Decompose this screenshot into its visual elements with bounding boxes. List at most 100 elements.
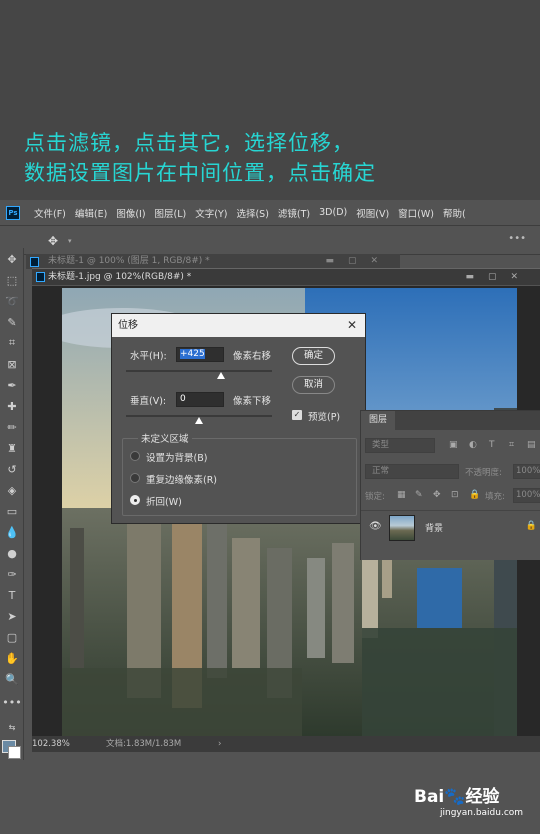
menu-image[interactable]: 图像(I) — [116, 206, 145, 220]
horizontal-slider-track[interactable] — [126, 370, 272, 379]
rectangle-icon[interactable]: ▢ — [3, 628, 21, 646]
menu-view[interactable]: 视图(V) — [356, 206, 389, 220]
visibility-eye-icon[interactable]: 👁 — [369, 521, 382, 532]
menu-type[interactable]: 文字(Y) — [195, 206, 227, 220]
gradient-icon[interactable]: ▭ — [3, 502, 21, 520]
option-repeat-edge-pixels: 重复边缘像素(R) — [146, 475, 218, 486]
paw-icon: 🐾 — [444, 787, 466, 807]
horizontal-slider-thumb[interactable] — [216, 372, 225, 379]
blend-mode-select[interactable]: 正常 — [365, 464, 459, 479]
fill-input[interactable]: 100% — [513, 488, 540, 503]
pen-icon[interactable]: ✑ — [3, 565, 21, 583]
lock-position-icon[interactable]: ✥ — [433, 490, 441, 500]
menu-window[interactable]: 窗口(W) — [398, 206, 434, 220]
close-icon[interactable]: ✕ — [347, 314, 357, 337]
type-icon[interactable]: T — [3, 586, 21, 604]
document-tab-title: 未标题-1.jpg @ 102%(RGB/8#) * — [48, 272, 192, 282]
quick-select-icon[interactable]: ✎ — [3, 313, 21, 331]
more-tools-icon[interactable]: ••• — [2, 693, 21, 711]
option-set-to-background: 设置为背景(B) — [146, 453, 208, 464]
lasso-icon[interactable]: ➰ — [3, 292, 21, 310]
dodge-icon[interactable]: ● — [3, 544, 21, 562]
horizontal-input[interactable]: +425 — [176, 347, 224, 362]
document-tab-inactive[interactable]: 未标题-1 @ 100% (图层 1, RGB/8#) * ▬▢✕ — [26, 254, 400, 269]
frame-icon[interactable]: ⊠ — [3, 355, 21, 373]
path-select-icon[interactable]: ➤ — [3, 607, 21, 625]
crop-icon[interactable]: ⌗ — [3, 334, 21, 352]
radio-repeat-edge-pixels[interactable] — [130, 473, 140, 483]
tools-panel: ✥ ⬚ ➰ ✎ ⌗ ⊠ ✒ ✚ ✏ ♜ ↺ ◈ ▭ 💧 ● ✑ T ➤ ▢ ✋ … — [0, 248, 24, 760]
move-tool-icon[interactable]: ✥ — [48, 234, 58, 248]
swap-colors-icon[interactable]: ⇆ — [3, 718, 21, 736]
blur-icon[interactable]: 💧 — [3, 523, 21, 541]
lock-artboard-icon[interactable]: ⊡ — [451, 490, 459, 500]
caption-line-1: 点击滤镜，点击其它，选择位移， — [24, 131, 354, 155]
opacity-input[interactable]: 100% — [513, 464, 540, 479]
eyedropper-icon[interactable]: ✒ — [3, 376, 21, 394]
menu-help[interactable]: 帮助( — [443, 206, 466, 220]
vertical-slider-track[interactable] — [126, 415, 272, 424]
document-tab-title: 未标题-1 @ 100% (图层 1, RGB/8#) * — [48, 256, 210, 266]
window-buttons[interactable]: ▬▢✕ — [465, 269, 532, 286]
layer-row-background[interactable]: 👁 背景 🔒 — [361, 510, 540, 544]
menu-select[interactable]: 选择(S) — [236, 206, 268, 220]
menu-file[interactable]: 文件(F) — [34, 206, 66, 220]
menu-layer[interactable]: 图层(L) — [155, 206, 187, 220]
document-icon — [36, 272, 45, 282]
options-bar: ✥ ▾ ••• — [0, 227, 540, 255]
vertical-slider-thumb[interactable] — [195, 417, 203, 424]
lock-icon: 🔒 — [525, 521, 537, 531]
layers-tab-bar: 图层 — [361, 411, 540, 430]
preview-checkbox[interactable]: ✓ — [292, 410, 302, 420]
offset-dialog: 位移 ✕ 水平(H): +425 像素右移 垂直(V): 0 像素下移 确定 取… — [111, 313, 366, 524]
baidu-jingyan-logo: Bai🐾经验 — [414, 787, 500, 807]
lock-label: 锁定: — [365, 492, 385, 502]
document-icon — [30, 257, 39, 267]
ok-button[interactable]: 确定 — [292, 347, 335, 365]
cancel-button[interactable]: 取消 — [292, 376, 335, 394]
marquee-icon[interactable]: ⬚ — [3, 271, 21, 289]
document-size: 文档:1.83M/1.83M — [106, 739, 182, 749]
horizontal-label: 水平(H): — [130, 351, 167, 362]
lock-all-icon[interactable]: 🔒 — [469, 490, 480, 500]
window-buttons[interactable]: ▬▢✕ — [325, 254, 392, 269]
hand-icon[interactable]: ✋ — [3, 649, 21, 667]
dialog-title-bar[interactable]: 位移 ✕ — [112, 314, 365, 337]
image-filter-icon[interactable]: ▣ — [449, 440, 458, 450]
shape-filter-icon[interactable]: ⌗ — [509, 440, 514, 450]
radio-wrap-around[interactable] — [130, 495, 140, 505]
smart-object-filter-icon[interactable]: ▤ — [527, 440, 536, 450]
vertical-unit: 像素下移 — [233, 396, 272, 407]
layer-thumbnail — [389, 515, 415, 541]
brush-icon[interactable]: ✏ — [3, 418, 21, 436]
watermark-url: jingyan.baidu.com — [440, 808, 524, 818]
adjustment-filter-icon[interactable]: ◐ — [469, 440, 477, 450]
move-icon[interactable]: ✥ — [3, 250, 21, 268]
layers-panel: 图层 类型 ▣ ◐ T ⌗ ▤ 正常 不透明度: 100% 锁定: ▦ ✎ ✥ … — [360, 410, 540, 560]
zoom-icon[interactable]: 🔍 — [3, 670, 21, 688]
tab-layers[interactable]: 图层 — [361, 411, 396, 430]
eraser-icon[interactable]: ◈ — [3, 481, 21, 499]
type-filter-icon[interactable]: T — [489, 440, 495, 450]
menu-bar: Ps 文件(F) 编辑(E) 图像(I) 图层(L) 文字(Y) 选择(S) 滤… — [0, 200, 540, 226]
background-color-swatch[interactable] — [8, 746, 21, 759]
menu-3d[interactable]: 3D(D) — [319, 207, 347, 218]
menu-edit[interactable]: 编辑(E) — [75, 206, 107, 220]
vertical-input[interactable]: 0 — [176, 392, 224, 407]
layer-kind-filter[interactable]: 类型 — [365, 438, 435, 453]
history-brush-icon[interactable]: ↺ — [3, 460, 21, 478]
instruction-caption: 点击滤镜，点击其它，选择位移， 数据设置图片在中间位置，点击确定 — [24, 128, 524, 188]
status-arrow-icon[interactable]: › — [218, 736, 221, 752]
stamp-icon[interactable]: ♜ — [3, 439, 21, 457]
more-options-icon[interactable]: ••• — [508, 233, 526, 244]
zoom-level[interactable]: 102.38% — [32, 736, 70, 752]
lock-pixels-icon[interactable]: ✎ — [415, 490, 423, 500]
chevron-down-icon[interactable]: ▾ — [68, 237, 72, 245]
lock-transparent-icon[interactable]: ▦ — [397, 490, 406, 500]
status-bar: 102.38% 文档:1.83M/1.83M › — [32, 736, 540, 752]
radio-set-to-background[interactable] — [130, 451, 140, 461]
healing-brush-icon[interactable]: ✚ — [3, 397, 21, 415]
document-tab-active[interactable]: 未标题-1.jpg @ 102%(RGB/8#) * ▬▢✕ — [32, 268, 540, 285]
menu-filter[interactable]: 滤镜(T) — [278, 206, 310, 220]
preview-label: 预览(P) — [308, 412, 341, 423]
